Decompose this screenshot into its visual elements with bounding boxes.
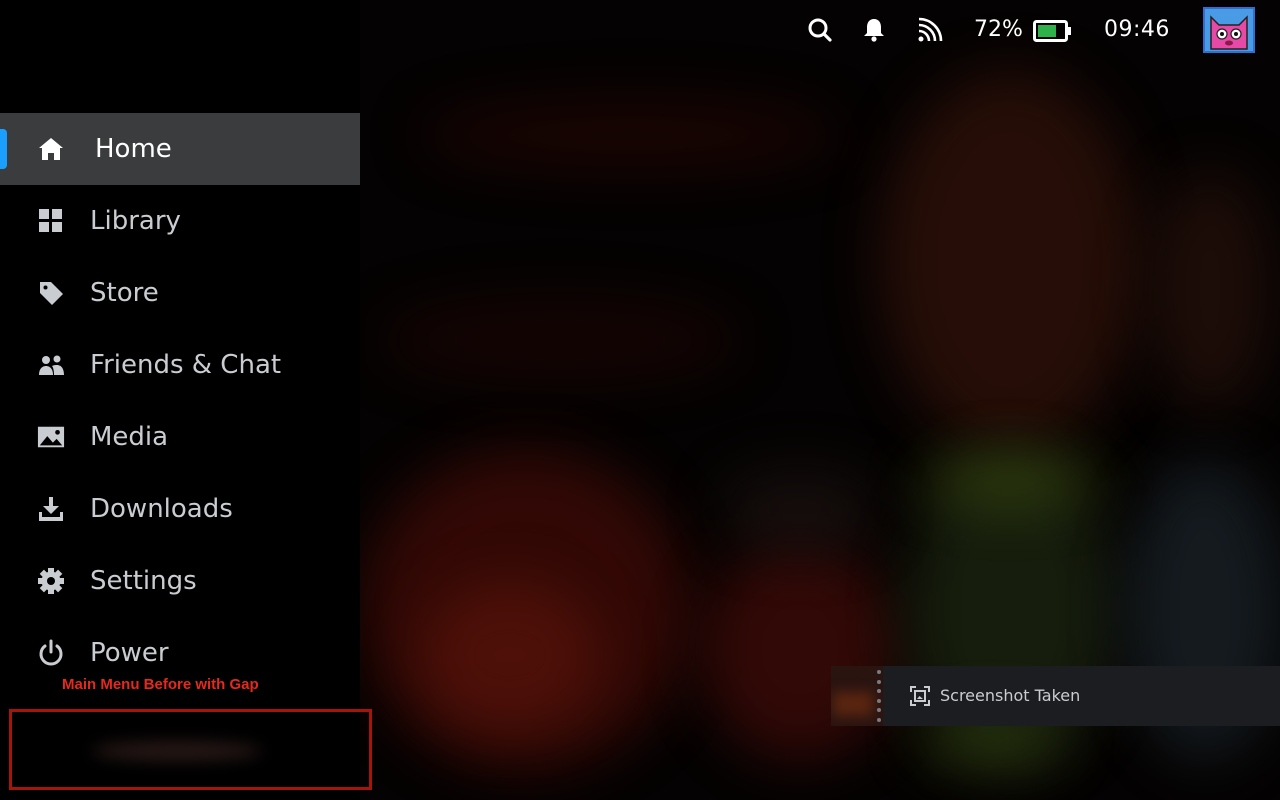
menu-item-label: Downloads: [90, 494, 233, 524]
menu-item-settings[interactable]: Settings: [0, 545, 360, 617]
home-icon: [37, 135, 65, 163]
battery-percentage: 72%: [974, 17, 1023, 42]
menu-item-label: Friends & Chat: [90, 350, 282, 380]
screenshot-icon: [910, 686, 930, 710]
download-icon: [37, 495, 65, 523]
menu-item-downloads[interactable]: Downloads: [0, 473, 360, 545]
notification-bell-icon[interactable]: [862, 17, 886, 47]
toast-label: Screenshot Taken: [940, 686, 1081, 705]
menu-item-library[interactable]: Library: [0, 185, 360, 257]
battery-icon: [1033, 20, 1073, 46]
menu-item-label: Power: [90, 638, 169, 668]
menu-item-media[interactable]: Media: [0, 401, 360, 473]
film-strip: [877, 670, 883, 722]
menu-item-label: Media: [90, 422, 169, 452]
power-icon: [37, 639, 65, 667]
active-indicator: [0, 129, 7, 169]
screenshot-thumbnail: [831, 666, 883, 726]
menu-item-store[interactable]: Store: [0, 257, 360, 329]
people-icon: [37, 351, 65, 379]
screenshot-toast[interactable]: Screenshot Taken: [831, 666, 1280, 726]
clock: 09:46: [1104, 17, 1170, 42]
annotation-label: Main Menu Before with Gap: [62, 676, 259, 693]
menu-item-friends-chat[interactable]: Friends & Chat: [0, 329, 360, 401]
annotation-gap-box: [9, 709, 372, 790]
image-icon: [37, 423, 65, 451]
menu-item-label: Library: [90, 206, 181, 236]
grid-icon: [37, 207, 65, 235]
tag-icon: [37, 279, 65, 307]
menu-item-label: Store: [90, 278, 159, 308]
search-icon[interactable]: [807, 17, 833, 47]
menu-item-label: Settings: [90, 566, 197, 596]
menu-item-label: Home: [95, 134, 172, 164]
avatar[interactable]: [1203, 7, 1255, 53]
menu-list: Home Library Store Friends & Chat Media: [0, 113, 360, 689]
menu-item-home[interactable]: Home: [0, 113, 360, 185]
gear-icon: [37, 567, 65, 595]
wifi-icon: [917, 17, 943, 47]
main-menu: Home Library Store Friends & Chat Media: [0, 0, 372, 800]
